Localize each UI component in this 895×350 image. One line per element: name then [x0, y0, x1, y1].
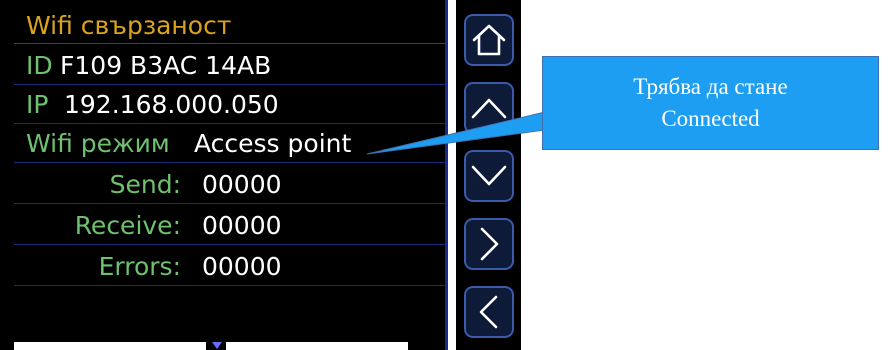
callout-line-1: Трябва да стане — [633, 74, 788, 99]
annotation-callout: Трябва да стане Connected — [542, 56, 879, 150]
callout-line-2: Connected — [661, 106, 760, 131]
callout-pointer — [366, 111, 546, 155]
